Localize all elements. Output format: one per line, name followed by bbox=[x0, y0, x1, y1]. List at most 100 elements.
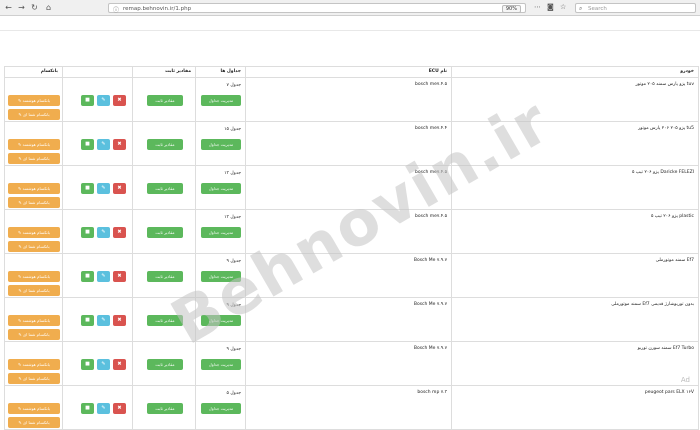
table-row: ✎ بانکسام هوشمند ✎ بانکسام شما ای ■ ✎ ✖ مقادی… bbox=[4, 385, 699, 430]
icon-buttons-cell: ■ ✎ ✖ bbox=[62, 165, 133, 210]
page-info-icon[interactable]: ⓘ bbox=[113, 5, 119, 14]
delete-icon[interactable]: ✖ bbox=[113, 403, 126, 414]
table-count: ۱۳ جدول bbox=[224, 171, 241, 176]
your-bank-button[interactable]: ✎ بانکسام شما ای bbox=[8, 109, 60, 120]
ecu-name: bosch me۷.۴.۴ bbox=[415, 126, 447, 131]
tables-cell: ۱۵ جدول مدیریت جداول bbox=[195, 121, 246, 166]
save-icon[interactable]: ■ bbox=[81, 271, 94, 282]
icon-buttons-cell: ■ ✎ ✖ bbox=[62, 297, 133, 342]
ecu-cell: Bosch Me ۷.۹.۷ bbox=[245, 341, 452, 386]
edit-icon[interactable]: ✎ bbox=[97, 183, 110, 194]
bookmark-star-icon[interactable]: ☆ bbox=[560, 3, 566, 11]
pocket-icon[interactable]: ◙ bbox=[547, 3, 554, 11]
your-bank-button[interactable]: ✎ بانکسام شما ای bbox=[8, 241, 60, 252]
actions-cell: ✎ بانکسام هوشمند ✎ بانکسام شما ای bbox=[4, 341, 63, 386]
save-icon[interactable]: ■ bbox=[81, 315, 94, 326]
edit-icon[interactable]: ✎ bbox=[97, 139, 110, 150]
forward-arrow-icon[interactable]: → bbox=[16, 2, 27, 13]
smart-bank-button[interactable]: ✎ بانکسام هوشمند bbox=[8, 403, 60, 414]
manage-tables-button[interactable]: مدیریت جداول bbox=[201, 403, 241, 414]
save-icon[interactable]: ■ bbox=[81, 95, 94, 106]
fixed-values-button[interactable]: مقادیر ثابت bbox=[147, 227, 183, 238]
search-input[interactable]: ⌕ Search bbox=[575, 3, 696, 13]
vehicle-name: سمند سورن توربو Ef7 Turbo bbox=[637, 346, 694, 351]
actions-cell: ✎ بانکسام هوشمند ✎ بانکسام شما ای bbox=[4, 297, 63, 342]
smart-bank-button[interactable]: ✎ بانکسام هوشمند bbox=[8, 359, 60, 370]
edit-icon[interactable]: ✎ bbox=[97, 271, 110, 282]
smart-bank-button[interactable]: ✎ بانکسام هوشمند bbox=[8, 271, 60, 282]
delete-icon[interactable]: ✖ bbox=[113, 359, 126, 370]
table-row: ✎ بانکسام هوشمند ✎ بانکسام شما ای ■ ✎ ✖ مقادی… bbox=[4, 121, 699, 166]
manage-tables-button[interactable]: مدیریت جداول bbox=[201, 227, 241, 238]
smart-bank-button[interactable]: ✎ بانکسام هوشمند bbox=[8, 315, 60, 326]
edit-icon[interactable]: ✎ bbox=[97, 227, 110, 238]
your-bank-button[interactable]: ✎ بانکسام شما ای bbox=[8, 153, 60, 164]
search-placeholder: Search bbox=[588, 5, 607, 12]
your-bank-button[interactable]: ✎ بانکسام شما ای bbox=[8, 329, 60, 340]
ecu-name: Bosch Me ۷.۹.۷ bbox=[413, 346, 447, 351]
vehicle-cell: سمند موتورملی Ef7 بدون توربوشارژ قدیمی bbox=[451, 297, 699, 342]
home-icon[interactable]: ⌂ bbox=[43, 2, 54, 13]
delete-icon[interactable]: ✖ bbox=[113, 271, 126, 282]
your-bank-button[interactable]: ✎ بانکسام شما ای bbox=[8, 285, 60, 296]
delete-icon[interactable]: ✖ bbox=[113, 139, 126, 150]
edit-icon[interactable]: ✎ bbox=[97, 359, 110, 370]
edit-icon[interactable]: ✎ bbox=[97, 403, 110, 414]
tables-cell: ۱۳ جدول مدیریت جداول bbox=[195, 209, 246, 254]
zoom-level[interactable]: 90% bbox=[501, 5, 521, 13]
manage-tables-button[interactable]: مدیریت جداول bbox=[201, 95, 241, 106]
vehicle-name: سمند موتورملی Ef7 bbox=[655, 258, 694, 263]
save-icon[interactable]: ■ bbox=[81, 183, 94, 194]
fixed-values-button[interactable]: مقادیر ثابت bbox=[147, 183, 183, 194]
table-row: ✎ بانکسام هوشمند ✎ بانکسام شما ای ■ ✎ ✖ مقادی… bbox=[4, 341, 699, 386]
reload-icon[interactable]: ↻ bbox=[29, 2, 40, 13]
icon-buttons-cell: ■ ✎ ✖ bbox=[62, 77, 133, 122]
smart-bank-button[interactable]: ✎ بانکسام هوشمند bbox=[8, 183, 60, 194]
actions-cell: ✎ بانکسام هوشمند ✎ بانکسام شما ای bbox=[4, 209, 63, 254]
tables-cell: ۵ جدول مدیریت جداول bbox=[195, 385, 246, 430]
vehicle-name: پژو ۲۰۶ تیپ ۵ plastic bbox=[650, 214, 694, 219]
header-ecu: ECU نام bbox=[245, 66, 452, 78]
value-cell: مقادیر ثابت bbox=[132, 77, 196, 122]
delete-icon[interactable]: ✖ bbox=[113, 95, 126, 106]
vehicle-name: سمند موتورملی Ef7 بدون توربوشارژ قدیمی bbox=[611, 302, 694, 307]
value-cell: مقادیر ثابت bbox=[132, 165, 196, 210]
delete-icon[interactable]: ✖ bbox=[113, 227, 126, 238]
header-tables: جداول ها bbox=[195, 66, 246, 78]
icon-buttons-cell: ■ ✎ ✖ bbox=[62, 209, 133, 254]
manage-tables-button[interactable]: مدیریت جداول bbox=[201, 139, 241, 150]
fixed-values-button[interactable]: مقادیر ثابت bbox=[147, 139, 183, 150]
save-icon[interactable]: ■ bbox=[81, 227, 94, 238]
smart-bank-button[interactable]: ✎ بانکسام هوشمند bbox=[8, 139, 60, 150]
header-actions: بانکسام bbox=[4, 66, 63, 78]
your-bank-button[interactable]: ✎ بانکسام شما ای bbox=[8, 373, 60, 384]
icon-buttons-cell: ■ ✎ ✖ bbox=[62, 253, 133, 298]
delete-icon[interactable]: ✖ bbox=[113, 315, 126, 326]
fixed-values-button[interactable]: مقادیر ثابت bbox=[147, 403, 183, 414]
manage-tables-button[interactable]: مدیریت جداول bbox=[201, 359, 241, 370]
delete-icon[interactable]: ✖ bbox=[113, 183, 126, 194]
edit-icon[interactable]: ✎ bbox=[97, 95, 110, 106]
edit-icon[interactable]: ✎ bbox=[97, 315, 110, 326]
vehicle-cell: پژو ۲۰۶ تیپ ۵ plastic bbox=[451, 209, 699, 254]
manage-tables-button[interactable]: مدیریت جداول bbox=[201, 183, 241, 194]
actions-cell: ✎ بانکسام هوشمند ✎ بانکسام شما ای bbox=[4, 165, 63, 210]
fixed-values-button[interactable]: مقادیر ثابت bbox=[147, 271, 183, 282]
smart-bank-button[interactable]: ✎ بانکسام هوشمند bbox=[8, 227, 60, 238]
your-bank-button[interactable]: ✎ بانکسام شما ای bbox=[8, 197, 60, 208]
more-icon[interactable]: ⋯ bbox=[534, 3, 541, 11]
ecu-name: bosch me۷.۴.۵ bbox=[415, 82, 447, 87]
header-vehicle: خودرو bbox=[451, 66, 699, 78]
table-header-row: بانکسام مقادیر ثابت جداول ها ECU نام خود… bbox=[4, 66, 699, 78]
fixed-values-button[interactable]: مقادیر ثابت bbox=[147, 359, 183, 370]
smart-bank-button[interactable]: ✎ بانکسام هوشمند bbox=[8, 95, 60, 106]
address-bar[interactable]: ⓘ remap.behnovin.ir/1.php 90% bbox=[108, 3, 526, 14]
back-arrow-icon[interactable]: ← bbox=[3, 2, 14, 13]
save-icon[interactable]: ■ bbox=[81, 403, 94, 414]
save-icon[interactable]: ■ bbox=[81, 139, 94, 150]
icon-buttons-cell: ■ ✎ ✖ bbox=[62, 121, 133, 166]
save-icon[interactable]: ■ bbox=[81, 359, 94, 370]
your-bank-button[interactable]: ✎ بانکسام شما ای bbox=[8, 417, 60, 428]
browser-toolbar: ← → ↻ ⌂ ⓘ remap.behnovin.ir/1.php 90% ⋯ … bbox=[0, 0, 700, 16]
fixed-values-button[interactable]: مقادیر ثابت bbox=[147, 95, 183, 106]
